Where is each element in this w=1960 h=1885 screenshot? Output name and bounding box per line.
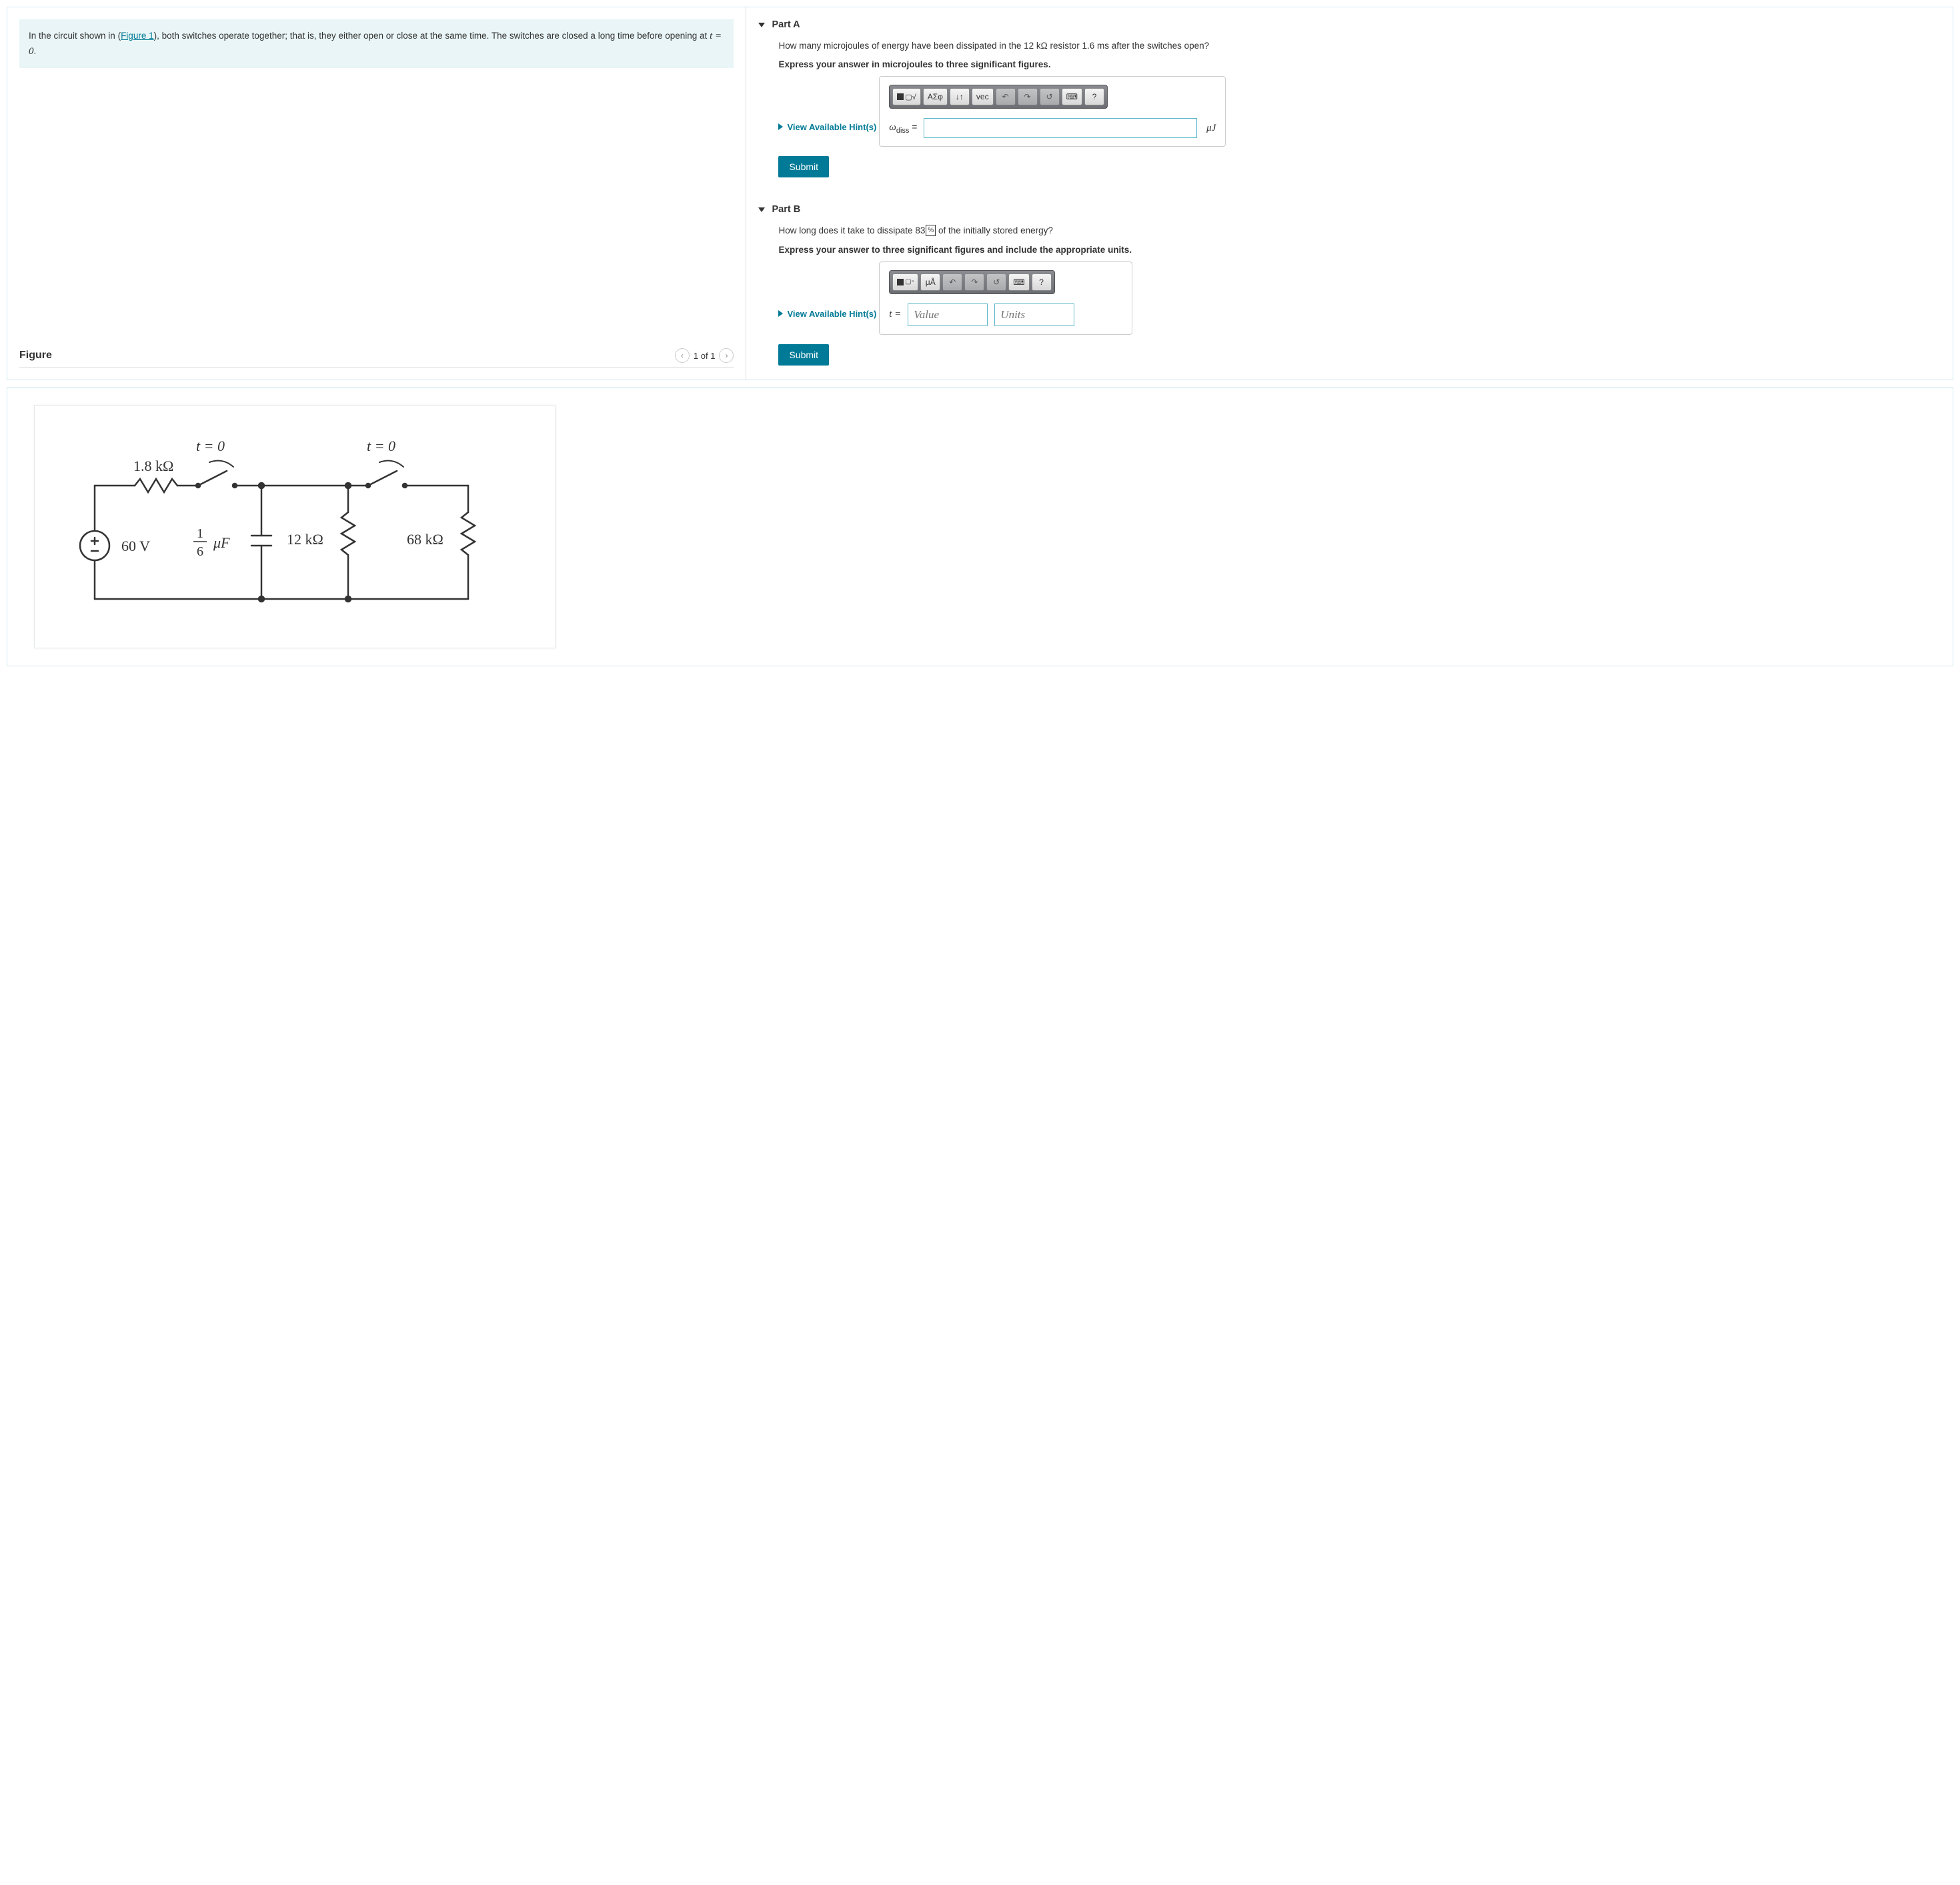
chevron-down-icon [758, 23, 765, 27]
greek-button[interactable]: ΑΣφ [923, 88, 948, 105]
cap-num: 1 [197, 526, 203, 541]
part-a-header[interactable]: Part A [758, 19, 1941, 30]
hint-label: View Available Hint(s) [787, 122, 876, 132]
part-a-label: Part A [772, 19, 800, 30]
undo-button[interactable]: ↶ [942, 273, 962, 291]
part-a-variable: ωdiss = [889, 121, 917, 135]
part-b-instruction: Express your answer to three significant… [778, 245, 1941, 255]
keyboard-button[interactable]: ⌨ [1008, 273, 1029, 291]
part-b-header[interactable]: Part B [758, 204, 1941, 215]
redo-button[interactable]: ↷ [1018, 88, 1038, 105]
part-a-toolbar: ▢√ ΑΣφ ↓↑ vec ↶ ↷ ↺ ⌨ ? [889, 85, 1108, 109]
right-column: Part A How many microjoules of energy ha… [746, 7, 1953, 380]
left-column: In the circuit shown in (Figure 1), both… [7, 7, 746, 380]
part-b-answer-box: ▢▫ μÅ ↶ ↷ ↺ ⌨ ? t = [879, 261, 1132, 335]
hint-label: View Available Hint(s) [787, 309, 876, 319]
part-b-units-input[interactable] [994, 303, 1074, 326]
part-a-instruction: Express your answer in microjoules to th… [778, 59, 1941, 69]
vs-label: 60 V [121, 538, 150, 554]
keyboard-button[interactable]: ⌨ [1062, 88, 1082, 105]
template-button[interactable]: ▢▫ [892, 273, 918, 291]
circuit-figure-panel: t = 0 t = 0 1.8 kΩ 60 V 1 6 μF 12 kΩ 68 … [7, 387, 1953, 666]
part-a-answer-input[interactable] [924, 118, 1197, 138]
r1-label: 1.8 kΩ [133, 458, 173, 474]
switch2-label: t = 0 [367, 438, 395, 454]
figure-next-button[interactable]: › [719, 348, 734, 363]
chevron-right-icon [778, 123, 783, 130]
circuit-diagram: t = 0 t = 0 1.8 kΩ 60 V 1 6 μF 12 kΩ 68 … [34, 405, 556, 648]
part-b-question: How long does it take to dissipate 83% o… [778, 224, 1941, 237]
vector-button[interactable]: vec [972, 88, 994, 105]
part-b-hints-toggle[interactable]: View Available Hint(s) [778, 309, 876, 319]
circuit-svg: t = 0 t = 0 1.8 kΩ 60 V 1 6 μF 12 kΩ 68 … [55, 426, 522, 626]
template-button[interactable]: ▢√ [892, 88, 920, 105]
part-b-value-input[interactable] [908, 303, 988, 326]
reset-button[interactable]: ↺ [986, 273, 1006, 291]
units-symbol-button[interactable]: μÅ [920, 273, 940, 291]
stmt-end: . [34, 46, 37, 56]
part-a-input-row: ωdiss = μJ [889, 118, 1216, 138]
reset-button[interactable]: ↺ [1040, 88, 1060, 105]
chevron-down-icon [758, 207, 765, 212]
part-b-label: Part B [772, 204, 800, 215]
stmt-prefix: In the circuit shown in ( [29, 31, 121, 41]
cap-unit: μF [213, 534, 230, 551]
figure-prev-button[interactable]: ‹ [675, 348, 690, 363]
problem-container: In the circuit shown in (Figure 1), both… [7, 7, 1953, 380]
part-b-submit-button[interactable]: Submit [778, 344, 829, 366]
r2-label: 12 kΩ [287, 531, 323, 548]
help-button[interactable]: ? [1032, 273, 1052, 291]
part-a-hints-toggle[interactable]: View Available Hint(s) [778, 122, 876, 132]
cap-den: 6 [197, 544, 203, 559]
switch1-label: t = 0 [196, 438, 225, 454]
part-a-answer-box: ▢√ ΑΣφ ↓↑ vec ↶ ↷ ↺ ⌨ ? ωdiss = μJ [879, 76, 1226, 147]
part-a-submit-button[interactable]: Submit [778, 156, 829, 177]
problem-statement: In the circuit shown in (Figure 1), both… [19, 19, 734, 68]
figure-link[interactable]: Figure 1 [121, 31, 154, 41]
figure-title: Figure [19, 350, 52, 362]
part-b-input-row: t = [889, 303, 1122, 326]
percent-icon: % [926, 225, 936, 236]
part-a-question: How many microjoules of energy have been… [778, 39, 1941, 53]
r3-label: 68 kΩ [407, 531, 443, 548]
help-button[interactable]: ? [1084, 88, 1104, 105]
chevron-right-icon [778, 310, 783, 317]
figure-header: Figure ‹ 1 of 1 › [19, 348, 734, 368]
part-b-body: How long does it take to dissipate 83% o… [758, 224, 1941, 365]
subscript-button[interactable]: ↓↑ [950, 88, 970, 105]
part-b-toolbar: ▢▫ μÅ ↶ ↷ ↺ ⌨ ? [889, 270, 1054, 294]
part-a-unit: μJ [1204, 123, 1216, 134]
part-a-body: How many microjoules of energy have been… [758, 39, 1941, 177]
redo-button[interactable]: ↷ [964, 273, 984, 291]
stmt-suffix: ), both switches operate together; that … [154, 31, 710, 41]
figure-pager: ‹ 1 of 1 › [675, 348, 734, 363]
part-b-variable: t = [889, 309, 901, 320]
figure-page-indicator: 1 of 1 [694, 351, 716, 361]
undo-button[interactable]: ↶ [996, 88, 1016, 105]
